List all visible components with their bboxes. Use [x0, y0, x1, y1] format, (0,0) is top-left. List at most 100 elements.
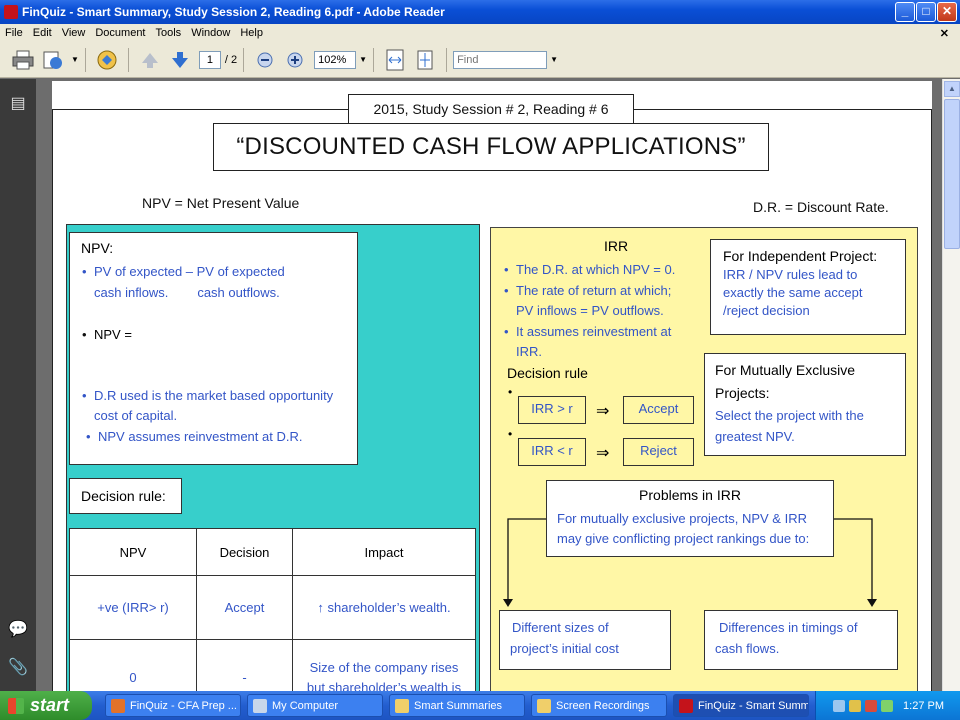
bullet-dot: •: [508, 385, 513, 399]
fit-page-icon[interactable]: [412, 47, 438, 73]
collaborate-icon[interactable]: [94, 47, 120, 73]
table-header-row: NPV Decision Impact: [69, 528, 476, 576]
network-icon[interactable]: [833, 699, 846, 712]
table-header: Decision: [196, 528, 293, 576]
independent-body-2: exactly the same accept: [723, 285, 863, 300]
decision-rule-label: Decision rule:: [69, 478, 182, 514]
task-label: FinQuiz - Smart Summ...: [698, 699, 809, 712]
task-label: Smart Summaries: [414, 699, 503, 712]
irr-heading: IRR: [604, 238, 629, 254]
dr-legend: D.R. = Discount Rate.: [753, 199, 889, 215]
page-number-input[interactable]: 1: [198, 50, 221, 69]
minimize-button[interactable]: _: [895, 2, 915, 22]
start-button[interactable]: start: [0, 691, 92, 720]
mutually-exclusive-box: For Mutually Exclusive Projects: Select …: [704, 353, 906, 456]
irr-result-reject: Reject: [623, 438, 694, 466]
next-page-icon[interactable]: [167, 47, 193, 73]
table-header: Impact: [292, 528, 476, 576]
start-label: start: [30, 695, 70, 715]
bullet-dot: •: [508, 427, 513, 441]
task-label: Screen Recordings: [556, 699, 650, 712]
folder-icon: [395, 699, 409, 713]
close-button[interactable]: ✕: [937, 2, 957, 22]
zoom-in-icon[interactable]: [282, 47, 308, 73]
table-cell: ↑ shareholder’s wealth.: [292, 575, 476, 640]
session-box: 2015, Study Session # 2, Reading # 6: [348, 94, 634, 125]
different-timings-2: cash flows.: [715, 641, 780, 656]
menu-window[interactable]: Window: [186, 27, 235, 39]
security-icon[interactable]: [849, 699, 862, 712]
chevron-down-icon[interactable]: ▼: [550, 55, 558, 64]
table-row: +ve (IRR> r) Accept ↑ shareholder’s weal…: [69, 575, 476, 640]
taskbar-item-smart-summaries[interactable]: Smart Summaries: [389, 694, 525, 717]
window-title: FinQuiz - Smart Summary, Study Session 2…: [22, 5, 445, 19]
zoom-out-icon[interactable]: [252, 47, 278, 73]
table-cell: +ve (IRR> r): [69, 575, 197, 640]
irr-condition-2: IRR < r: [518, 438, 586, 466]
window-titlebar: FinQuiz - Smart Summary, Study Session 2…: [0, 0, 960, 24]
toolbar-separator: [243, 47, 245, 72]
npv-legend: NPV = Net Present Value: [142, 195, 300, 211]
chevron-down-icon[interactable]: ▼: [359, 55, 367, 64]
menu-document[interactable]: Document: [90, 27, 150, 39]
taskbar-item-finquiz-cfa[interactable]: FinQuiz - CFA Prep ...: [105, 694, 241, 717]
table-cell: -: [196, 639, 293, 691]
irr-bullet-2b: PV inflows = PV outflows.: [516, 303, 664, 318]
irr-result-accept: Accept: [623, 396, 694, 424]
npv-decision-table: NPV Decision Impact +ve (IRR> r) Accept …: [69, 528, 476, 691]
scroll-up-icon[interactable]: ▲: [944, 81, 960, 97]
email-icon[interactable]: [40, 47, 66, 73]
menu-edit[interactable]: Edit: [28, 27, 57, 39]
fit-width-icon[interactable]: [382, 47, 408, 73]
irr-bullet-3a: It assumes reinvestment at: [504, 321, 671, 342]
document-close-icon[interactable]: ✕: [935, 27, 954, 40]
taskbar-item-my-computer[interactable]: My Computer: [247, 694, 383, 717]
document-area: 2015, Study Session # 2, Reading # 6 “DI…: [36, 79, 942, 691]
volume-icon[interactable]: [881, 699, 894, 712]
comments-icon[interactable]: 💬: [8, 619, 28, 639]
npv-bullet-3b: cost of capital.: [94, 408, 178, 423]
scrollbar-thumb[interactable]: [944, 99, 960, 249]
alert-icon[interactable]: [865, 699, 878, 712]
menu-bar: File Edit View Document Tools Window Hel…: [0, 24, 960, 42]
chevron-down-icon[interactable]: ▼: [71, 55, 79, 64]
different-sizes-box: Different sizes of project’s initial cos…: [499, 610, 671, 670]
adobe-reader-icon: [4, 5, 18, 19]
previous-page-icon[interactable]: [137, 47, 163, 73]
windows-logo-icon: [8, 697, 24, 714]
npv-bullet-3a: D.R used is the market based opportunity: [82, 385, 333, 406]
system-tray: 1:27 PM: [815, 691, 960, 720]
taskbar-item-finquiz-smart[interactable]: FinQuiz - Smart Summ...: [673, 694, 809, 717]
zoom-input[interactable]: 102%: [314, 50, 357, 69]
pages-icon[interactable]: ▤: [8, 93, 28, 113]
firefox-icon: [111, 699, 125, 713]
attachments-icon[interactable]: 📎: [8, 657, 28, 677]
folder-icon: [537, 699, 551, 713]
toolbar: ▼ 1 / 2 102% ▼ ▼: [0, 42, 960, 78]
different-sizes-1: Different sizes of: [512, 620, 609, 635]
page-title: “DISCOUNTED CASH FLOW APPLICATIONS”: [213, 123, 769, 171]
npv-bullet-2: NPV =: [82, 324, 132, 345]
taskbar: start FinQuiz - CFA Prep ... My Computer…: [0, 691, 960, 720]
task-label: FinQuiz - CFA Prep ...: [130, 699, 237, 712]
mutually-exclusive-body-1: Select the project with the: [715, 408, 864, 423]
npv-bullet-1a: PV of expected – PV of expected: [82, 261, 285, 282]
irr-decision-rule: Decision rule: [507, 365, 588, 381]
menu-file[interactable]: File: [0, 27, 28, 39]
toolbar-separator: [127, 47, 129, 72]
print-icon[interactable]: [10, 47, 36, 73]
maximize-button[interactable]: □: [916, 2, 936, 22]
irr-condition-1: IRR > r: [518, 396, 586, 424]
pdf-page: 2015, Study Session # 2, Reading # 6 “DI…: [52, 81, 932, 691]
irr-bullet-3b: IRR.: [516, 344, 542, 359]
mutually-exclusive-heading-2: Projects:: [715, 385, 770, 401]
find-input[interactable]: [453, 50, 548, 69]
taskbar-item-screen-recordings[interactable]: Screen Recordings: [531, 694, 667, 717]
menu-view[interactable]: View: [57, 27, 91, 39]
different-timings-1: Differences in timings of: [719, 620, 858, 635]
menu-tools[interactable]: Tools: [151, 27, 187, 39]
vertical-scrollbar[interactable]: ▲: [942, 79, 960, 691]
table-cell: Size of the company rises but shareholde…: [292, 639, 476, 691]
menu-help[interactable]: Help: [235, 27, 268, 39]
clock: 1:27 PM: [903, 699, 944, 712]
